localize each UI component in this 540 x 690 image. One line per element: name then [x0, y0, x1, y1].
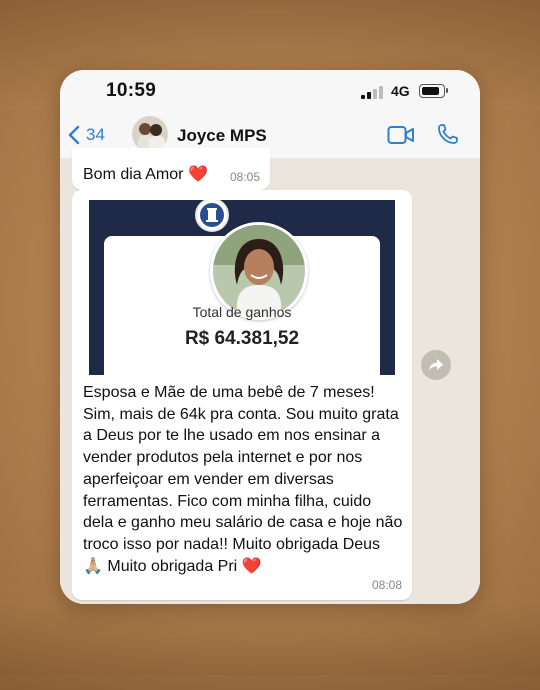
image-message-bubble[interactable]: Total de ganhos R$ 64.381,52 Esposa e Mã…	[72, 190, 412, 600]
contact-avatar[interactable]	[132, 116, 168, 152]
earnings-card-image[interactable]: Total de ganhos R$ 64.381,52	[89, 200, 395, 375]
back-button[interactable]: 34	[68, 122, 105, 148]
message-text-body: Bom dia Amor	[83, 166, 184, 183]
phone-call-icon[interactable]	[437, 123, 459, 145]
forward-icon	[429, 359, 443, 371]
forward-button[interactable]	[421, 350, 451, 380]
logo-icon	[195, 200, 229, 232]
status-bar: 10:59 4G	[60, 70, 480, 112]
signal-icon	[361, 86, 383, 99]
background-bottom	[0, 600, 540, 690]
network-label: 4G	[391, 83, 410, 99]
earnings-value: R$ 64.381,52	[184, 328, 300, 349]
earnings-label: Total de ganhos	[192, 304, 292, 320]
chevron-left-icon	[68, 125, 80, 145]
heart-emoji-icon: ❤️	[187, 166, 208, 183]
video-call-icon[interactable]	[387, 124, 415, 146]
message-time: 08:08	[371, 578, 402, 592]
status-time: 10:59	[106, 80, 157, 101]
contact-name[interactable]: Joyce MPS	[177, 126, 267, 146]
battery-fill	[422, 87, 439, 95]
message-text: Bom dia Amor ❤️	[83, 164, 208, 184]
message-time: 08:05	[229, 170, 260, 184]
battery-icon	[419, 84, 448, 98]
chat-area: Bom dia Amor ❤️ 08:05 Total de ganhos R$…	[60, 148, 480, 604]
message-text: Esposa e Mãe de uma bebê de 7 meses! Sim…	[83, 384, 403, 575]
message-bubble[interactable]: Bom dia Amor ❤️ 08:05	[72, 148, 270, 190]
phone-screenshot: 10:59 4G 34 Joyce MPS Bom dia Amor ❤️ 08…	[60, 70, 480, 604]
unread-count: 34	[86, 125, 105, 144]
